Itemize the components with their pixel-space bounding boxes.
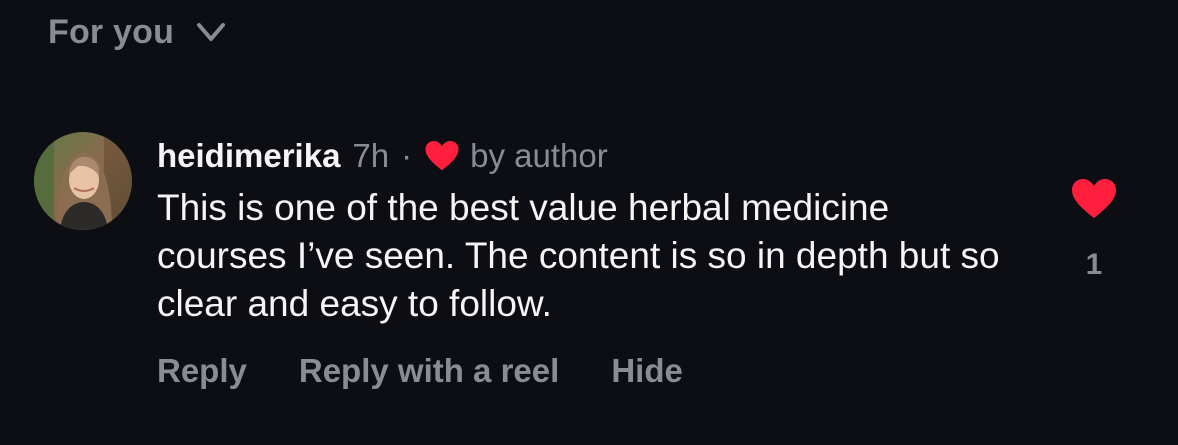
timestamp: 7h — [352, 137, 390, 174]
heart-icon[interactable] — [1070, 178, 1118, 220]
comment-body: heidimerika 7h · by author This is one o… — [157, 130, 1037, 392]
comment-meta: heidimerika 7h · by author — [157, 130, 1037, 182]
reply-button[interactable]: Reply — [157, 352, 247, 390]
comment-text: This is one of the best value herbal med… — [157, 187, 1000, 324]
like-count: 1 — [1085, 248, 1103, 281]
like-control: 1 — [1070, 178, 1118, 282]
liked-by-author-label: by author — [470, 137, 608, 174]
avatar[interactable] — [34, 132, 132, 230]
comment-actions: Reply Reply with a reel Hide — [157, 350, 1037, 392]
heart-icon — [425, 141, 459, 171]
sort-label: For you — [48, 12, 175, 51]
username[interactable]: heidimerika — [157, 137, 340, 175]
separator-dot: · — [401, 137, 413, 174]
hide-button[interactable]: Hide — [611, 352, 683, 390]
sort-dropdown[interactable]: For you — [48, 10, 228, 54]
reply-with-reel-button[interactable]: Reply with a reel — [299, 352, 559, 390]
avatar-image — [34, 132, 132, 230]
chevron-down-icon — [197, 23, 226, 41]
